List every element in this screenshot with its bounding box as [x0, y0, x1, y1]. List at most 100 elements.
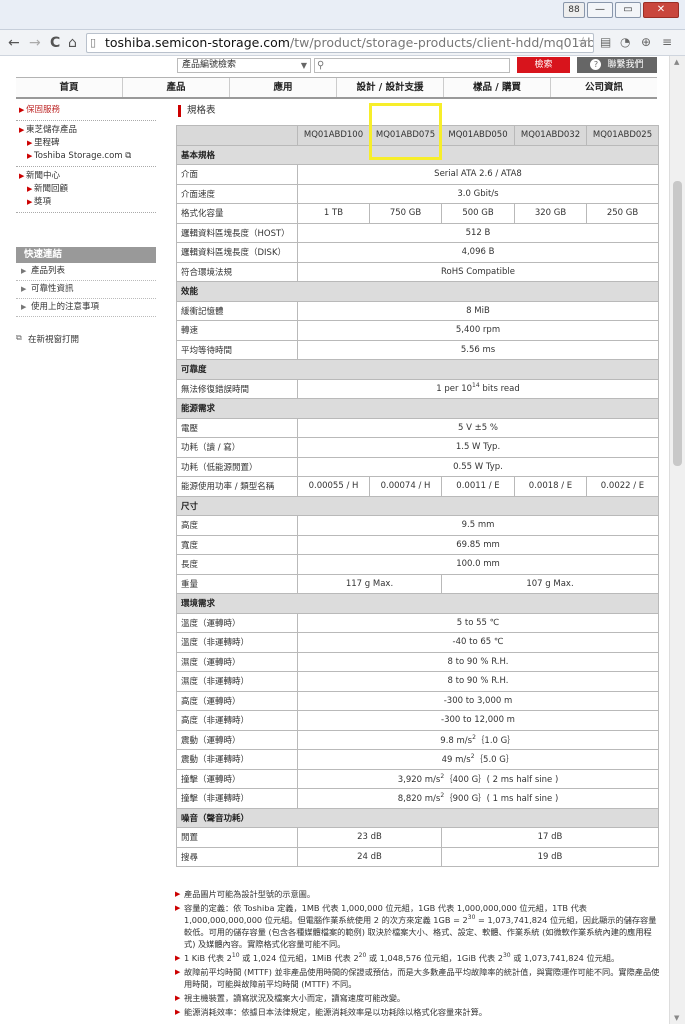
- contact-button[interactable]: ? 聯繫我們: [577, 57, 657, 73]
- open-new-window-label: 在新視窗打開: [28, 335, 80, 345]
- quick-link-item[interactable]: ▶ 可靠性資訊: [16, 281, 156, 299]
- window-controls: 88 — ▭ ✕: [563, 2, 679, 18]
- table-row: 功耗（讀 / 寫） 1.5 W Typ.: [176, 437, 659, 458]
- table-row: 濕度（運轉時） 8 to 90 % R.H.: [176, 651, 659, 672]
- spec-heading: 規格表: [178, 105, 216, 117]
- table-row: 介面 Serial ATA 2.6 / ATA8: [176, 164, 659, 185]
- sidebar-item[interactable]: ▶ Toshiba Storage.com ⧉: [16, 150, 156, 163]
- table-row: 緩衝記憶體 8 MiB: [176, 300, 659, 321]
- scrollbar-thumb[interactable]: [673, 181, 682, 466]
- table-row: 平均等待時間 5.56 ms: [176, 339, 659, 360]
- model-header-cell: MQ01ABD050: [441, 125, 515, 146]
- table-cell: 1 TB: [297, 203, 370, 224]
- scroll-up-icon[interactable]: ▲: [674, 58, 679, 66]
- sidebar-item[interactable]: ▶ 里程碑: [16, 137, 156, 150]
- separator: [16, 212, 156, 213]
- caret-right-icon: ▶: [21, 267, 27, 275]
- highlight-box: [369, 103, 442, 160]
- row-label: 符合環境法規: [176, 261, 298, 282]
- row-label: 撞擊（運轉時）: [176, 768, 298, 789]
- row-label: 功耗（讀 / 寫）: [176, 437, 298, 458]
- table-cell: 1 per 1014 bits read: [297, 378, 659, 399]
- row-label: 溫度（運轉時）: [176, 612, 298, 633]
- table-row: 邏輯資料區塊長度（HOST） 512 B: [176, 222, 659, 243]
- table-row: 功耗（低能源閒置） 0.55 W Typ.: [176, 456, 659, 477]
- footnote-item: ▶ 能源消耗效率：依據日本法律規定，能源消耗效率是以功耗除以格式化容量來計算。: [175, 1007, 487, 1017]
- home-icon[interactable]: ⌂: [68, 34, 77, 52]
- table-row: 閒置 23 dB 17 dB: [176, 827, 659, 848]
- table-row: 搜尋 24 dB 19 dB: [176, 846, 659, 867]
- row-label: 邏輯資料區塊長度（DISK）: [176, 242, 298, 263]
- row-label: 震動（運轉時）: [176, 729, 298, 750]
- table-cell: -300 to 12,000 m: [297, 710, 659, 731]
- row-label: 濕度（運轉時）: [176, 651, 298, 672]
- browser-toolbar: ← → C ⌂ ▯ toshiba.semicon-storage.com/tw…: [0, 30, 685, 56]
- main-nav-item[interactable]: 應用: [230, 78, 337, 97]
- address-bar[interactable]: ▯ toshiba.semicon-storage.com/tw/product…: [86, 33, 594, 53]
- sidebar-item[interactable]: ▶ 東芝儲存產品: [16, 124, 156, 137]
- table-cell: 0.0011 / E: [441, 476, 515, 497]
- footnote-item: ▶ 故障前平均時間 (MTTF) 並非產品使用時間的保證或預估，而是大多數產品平均…: [175, 967, 660, 989]
- sidebar-item[interactable]: ▶ 新聞回顧: [16, 183, 156, 196]
- main-nav-item[interactable]: 產品: [123, 78, 230, 97]
- row-label: 寬度: [176, 534, 298, 555]
- help-icon: ?: [590, 59, 602, 70]
- main-nav-item[interactable]: 設計 / 設計支援: [337, 78, 444, 97]
- sidebar-item[interactable]: ▶ 保固服務: [16, 104, 156, 117]
- open-new-window-link[interactable]: ⧉ 在新視窗打開: [16, 333, 79, 345]
- bookmark-star-icon[interactable]: ☆: [577, 34, 589, 52]
- restore-button[interactable]: ▭: [615, 2, 641, 18]
- quick-link-item[interactable]: ▶ 產品列表: [16, 263, 156, 281]
- table-row: 撞擊（非運轉時） 8,820 m/s2｛900 G｝( 1 ms half sin…: [176, 788, 659, 809]
- vertical-scrollbar[interactable]: ▲ ▼: [669, 56, 685, 1024]
- caret-right-icon: ▶: [175, 904, 181, 912]
- main-nav-item[interactable]: 樣品 / 購買: [444, 78, 551, 97]
- row-label: 無法修復錯誤時間: [176, 378, 298, 399]
- quick-link-item[interactable]: ▶ 使用上的注意事項: [16, 299, 156, 317]
- product-search-select[interactable]: 產品編號檢索 ▼: [177, 58, 311, 73]
- table-cell: 19 dB: [441, 846, 659, 867]
- close-button[interactable]: ✕: [643, 2, 679, 18]
- model-header-cell: MQ01ABD025: [586, 125, 659, 146]
- extension-icon[interactable]: ◔: [620, 35, 630, 49]
- caret-right-icon: ▶: [175, 968, 181, 976]
- sidebar-item[interactable]: ▶ 獎項: [16, 196, 156, 209]
- contact-label: 聯繫我們: [607, 60, 644, 70]
- menu-icon[interactable]: ≡: [662, 35, 672, 49]
- row-label: 轉速: [176, 320, 298, 341]
- caret-right-icon: ▶: [175, 994, 181, 1002]
- reload-icon[interactable]: C: [50, 34, 60, 52]
- table-cell: 3,920 m/s2｛400 G｝( 2 ms half sine ): [297, 768, 659, 789]
- row-label: 震動（非運轉時）: [176, 749, 298, 770]
- footnote-item: ▶ 產品圖片可能為設計型號的示意圖。: [175, 889, 316, 899]
- row-label: 溫度（非運轉時）: [176, 632, 298, 653]
- table-cell: 512 B: [297, 222, 659, 243]
- caret-right-icon: ▶: [21, 285, 27, 293]
- quick-link-label: 使用上的注意事項: [31, 302, 100, 312]
- table-row: 介面速度 3.0 Gbit/s: [176, 183, 659, 204]
- spec-table: MQ01ABD100 MQ01ABD075 MQ01ABD050 MQ01ABD032…: [176, 125, 659, 867]
- search-input[interactable]: ⚲: [314, 58, 510, 73]
- extension-icon[interactable]: ⊕: [641, 35, 651, 49]
- sidebar-item-label: 東芝儲存產品: [26, 125, 78, 135]
- table-cell: 8 to 90 % R.H.: [297, 671, 659, 692]
- extension-icon[interactable]: ▤: [600, 35, 611, 49]
- back-icon[interactable]: ←: [8, 34, 20, 52]
- left-sidebar: ▶ 保固服務 ▶ 東芝儲存產品 ▶ 里程碑 ▶ Toshiba Storage.com ⧉ ▶ 新…: [16, 104, 156, 216]
- extension-badge[interactable]: 88: [563, 2, 585, 18]
- table-cell: -40 to 65 ℃: [297, 632, 659, 653]
- scroll-down-icon[interactable]: ▼: [674, 1014, 679, 1022]
- main-nav-item[interactable]: 公司資訊: [551, 78, 657, 97]
- search-button[interactable]: 檢索: [517, 57, 570, 73]
- forward-icon[interactable]: →: [29, 34, 41, 52]
- minimize-button[interactable]: —: [587, 2, 613, 18]
- table-cell: Serial ATA 2.6 / ATA8: [297, 164, 659, 185]
- caret-right-icon: ▶: [27, 198, 33, 206]
- main-nav-item[interactable]: 首頁: [16, 78, 123, 97]
- section-title: 噪音（聲音功耗）: [176, 807, 659, 828]
- model-header-cell: MQ01ABD032: [514, 125, 587, 146]
- footnote-item: ▶ 1 KiB 代表 210 或 1,024 位元組，1MiB 代表 220 或 …: [175, 952, 620, 964]
- table-cell: 117 g Max.: [297, 573, 442, 594]
- sidebar-item[interactable]: ▶ 新聞中心: [16, 170, 156, 183]
- sidebar-item-label: Toshiba Storage.com: [34, 151, 123, 161]
